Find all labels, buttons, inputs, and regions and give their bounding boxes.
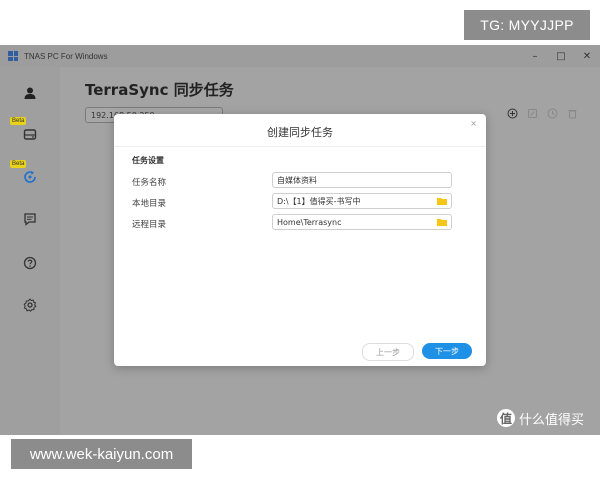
add-icon xyxy=(507,108,517,118)
sidebar-item-account[interactable] xyxy=(18,81,42,105)
remote-dir-label: 远程目录 xyxy=(132,220,167,230)
create-sync-task-dialog: 创建同步任务 × 任务设置 任务名称 自媒体资料 本地目录 D:\【1】值得买-… xyxy=(114,114,486,366)
history-button[interactable] xyxy=(546,107,558,119)
edit-button[interactable] xyxy=(526,107,538,119)
dialog-divider xyxy=(114,146,486,147)
sync-icon xyxy=(24,171,36,183)
dialog-title: 创建同步任务 xyxy=(267,126,333,139)
section-title: 任务设置 xyxy=(132,156,164,165)
folder-icon[interactable] xyxy=(437,218,447,226)
user-icon xyxy=(24,87,36,99)
history-icon xyxy=(547,108,557,118)
watermark-top: TG: MYYJJPP xyxy=(464,10,590,40)
help-icon xyxy=(23,256,37,270)
message-icon xyxy=(24,213,36,226)
local-dir-value: D:\【1】值得买-书写中 xyxy=(277,196,361,206)
gear-icon xyxy=(23,298,37,312)
app-logo-icon xyxy=(8,51,18,61)
watermark-brand: 值 什么值得买 xyxy=(497,404,599,432)
page-title: TerraSync 同步任务 xyxy=(85,81,234,99)
beta-badge: Beta xyxy=(10,160,27,168)
task-name-value: 自媒体资料 xyxy=(277,175,317,185)
next-step-button[interactable]: 下一步 xyxy=(422,343,472,359)
delete-button[interactable] xyxy=(566,107,578,119)
sidebar-item-help[interactable] xyxy=(18,251,42,275)
local-dir-input[interactable]: D:\【1】值得买-书写中 xyxy=(272,193,452,209)
task-name-label: 任务名称 xyxy=(132,178,167,188)
close-button[interactable]: ✕ xyxy=(574,45,600,67)
folder-icon[interactable] xyxy=(437,197,447,205)
edit-icon xyxy=(527,108,537,118)
remote-dir-input[interactable]: Home\Terrasync xyxy=(272,214,452,230)
add-button[interactable] xyxy=(506,107,518,119)
sidebar-item-settings[interactable] xyxy=(18,293,42,317)
sidebar: Beta Beta xyxy=(0,67,60,435)
title-bar: TNAS PC For Windows – □ ✕ xyxy=(0,45,600,67)
maximize-button[interactable]: □ xyxy=(548,45,574,67)
previous-step-button[interactable]: 上一步 xyxy=(362,343,414,361)
toolbar xyxy=(506,107,578,119)
sidebar-item-drive[interactable]: Beta xyxy=(10,117,42,146)
beta-badge: Beta xyxy=(10,117,27,125)
drive-icon xyxy=(23,129,37,140)
task-name-input[interactable]: 自媒体资料 xyxy=(272,172,452,188)
brand-logo-icon: 值 xyxy=(497,409,515,427)
dialog-close-icon[interactable]: × xyxy=(470,119,477,128)
sidebar-item-messages[interactable] xyxy=(18,207,42,231)
sidebar-item-terrasync[interactable]: Beta xyxy=(10,160,42,189)
watermark-bottom: www.wek-kaiyun.com xyxy=(11,439,192,469)
local-dir-label: 本地目录 xyxy=(132,199,167,209)
remote-dir-value: Home\Terrasync xyxy=(277,217,342,227)
delete-icon xyxy=(568,109,576,118)
minimize-button[interactable]: – xyxy=(522,45,548,67)
window-title: TNAS PC For Windows xyxy=(24,51,108,61)
brand-name: 什么值得买 xyxy=(519,412,585,428)
